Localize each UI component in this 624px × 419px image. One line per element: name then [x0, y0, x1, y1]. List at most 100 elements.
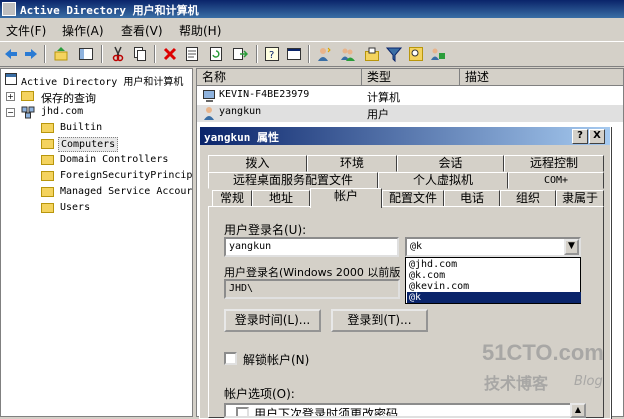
watermark-blog: Blog: [574, 374, 603, 389]
cut-icon[interactable]: [110, 46, 126, 62]
tree-item-builtin[interactable]: Builtin: [60, 122, 102, 133]
dropdown-option[interactable]: @kevin.com: [407, 281, 581, 292]
properties-icon[interactable]: [184, 46, 200, 62]
tree-root[interactable]: Active Directory 用户和计算机: [21, 73, 183, 88]
tab-telephones[interactable]: 电话: [444, 190, 500, 207]
tab-dial-in[interactable]: 拨入: [208, 155, 307, 172]
tab-sessions[interactable]: 会话: [397, 155, 504, 172]
tab-general[interactable]: 常规: [212, 190, 252, 207]
scroll-up-icon[interactable]: ▲: [570, 403, 586, 418]
tab-remote-control[interactable]: 远程控制: [504, 155, 604, 172]
folder-icon: [41, 123, 54, 133]
add-ou-icon[interactable]: [364, 46, 380, 62]
refresh-icon[interactable]: [208, 46, 224, 62]
toolbar: ?: [0, 41, 624, 67]
domain-icon: [21, 106, 35, 119]
tab-environment[interactable]: 环境: [307, 155, 397, 172]
dropdown-option-selected[interactable]: @k: [407, 292, 581, 303]
menu-file[interactable]: 文件(F): [6, 22, 46, 39]
folder-icon: [21, 91, 34, 101]
tab-remote-desktop-profile[interactable]: 远程桌面服务配置文件: [208, 172, 378, 189]
column-header-description[interactable]: 描述: [460, 69, 623, 86]
add-to-group-icon[interactable]: [430, 46, 446, 62]
logon-to-button[interactable]: 登录到(T)...: [331, 309, 428, 332]
row-type: 计算机: [367, 91, 400, 104]
logon-hours-button[interactable]: 登录时间(L)...: [224, 309, 321, 332]
tab-profile[interactable]: 配置文件: [382, 190, 444, 207]
copy-icon[interactable]: [132, 46, 148, 62]
delete-icon[interactable]: [162, 46, 178, 62]
dialog-title-bar: yangkun 属性 ? X: [200, 127, 610, 145]
add-group-icon[interactable]: [340, 46, 356, 62]
folder-icon: [41, 155, 54, 165]
console-icon[interactable]: [286, 46, 302, 62]
dialog-title: yangkun 属性: [204, 131, 279, 144]
list-row[interactable]: KEVIN-F4BE23979 计算机: [197, 88, 623, 105]
upn-suffix-selected: @k: [410, 241, 423, 252]
list-row[interactable]: yangkun 用户: [197, 105, 623, 122]
close-button[interactable]: X: [589, 129, 605, 144]
app-title-bar: Active Directory 用户和计算机: [0, 0, 624, 18]
tree-item-users[interactable]: Users: [60, 202, 90, 213]
pre-windows-2000-label: 用户登录名(Windows 2000 以前版: [224, 266, 401, 279]
help-button[interactable]: ?: [572, 129, 588, 144]
toolbar-separator: [101, 45, 103, 63]
tab-organization[interactable]: 组织: [500, 190, 556, 207]
forward-icon[interactable]: [23, 46, 39, 62]
add-user-icon[interactable]: [316, 46, 332, 62]
tree-item-domain[interactable]: jhd.com: [41, 106, 83, 117]
svg-text:?: ?: [269, 50, 274, 61]
dropdown-option[interactable]: @jhd.com: [407, 259, 581, 270]
tab-com-plus[interactable]: COM+: [508, 172, 604, 189]
watermark: 51CTO.com 技术博客 Blog: [478, 340, 618, 395]
folder-icon: [41, 139, 54, 149]
tree-item-managed-service-accounts[interactable]: Managed Service Accour: [60, 186, 192, 197]
option-checkbox[interactable]: [236, 407, 249, 416]
folder-icon: [41, 171, 54, 181]
window-title: Active Directory 用户和计算机: [20, 4, 199, 17]
show-tree-icon[interactable]: [78, 46, 94, 62]
tab-address[interactable]: 地址: [252, 190, 310, 207]
ad-users-computers-icon: [5, 73, 17, 85]
column-header-name[interactable]: 名称: [197, 69, 362, 86]
toolbar-separator: [44, 45, 46, 63]
menu-help[interactable]: 帮助(H): [179, 22, 221, 39]
column-header-type[interactable]: 类型: [362, 69, 460, 86]
filter-icon[interactable]: [386, 46, 402, 62]
back-icon[interactable]: [3, 46, 19, 62]
collapse-icon[interactable]: −: [6, 108, 15, 117]
tab-personal-virtual-machine[interactable]: 个人虚拟机: [378, 172, 508, 189]
user-icon: [204, 107, 214, 120]
computer-icon: [203, 90, 215, 102]
up-icon[interactable]: [53, 46, 69, 62]
menu-action[interactable]: 操作(A): [62, 22, 104, 39]
row-type: 用户: [367, 108, 389, 121]
app-icon: [2, 2, 16, 16]
tab-account[interactable]: 帐户: [310, 188, 382, 208]
upn-suffix-dropdown[interactable]: @k: [405, 237, 581, 257]
unlock-account-label: 解锁帐户(N): [243, 353, 310, 367]
help-icon[interactable]: ?: [264, 46, 280, 62]
menu-view[interactable]: 查看(V): [121, 22, 163, 39]
upn-suffix-list: @jhd.com @k.com @kevin.com @k: [405, 257, 581, 304]
find-icon[interactable]: [408, 46, 424, 62]
option-label: 用户下次登录时须更改密码: [254, 407, 399, 418]
tab-member-of[interactable]: 隶属于: [556, 190, 604, 207]
folder-icon: [41, 187, 54, 197]
menu-bar: 文件(F) 操作(A) 查看(V) 帮助(H): [0, 19, 624, 39]
tree-item-domain-controllers[interactable]: Domain Controllers: [60, 154, 168, 165]
logon-name-label: 用户登录名(U):: [224, 223, 307, 237]
tree-item-saved-queries[interactable]: 保存的查询: [41, 90, 96, 106]
tree-item-foreign-security-principals[interactable]: ForeignSecurityPrincip: [60, 170, 192, 181]
pre-windows-2000-domain: JHD\: [224, 279, 400, 299]
unlock-account-checkbox[interactable]: [224, 352, 237, 365]
tree-item-computers[interactable]: Computers: [58, 137, 119, 152]
logon-name-field[interactable]: yangkun: [224, 237, 399, 257]
export-icon[interactable]: [232, 46, 248, 62]
chevron-down-icon[interactable]: ▼: [564, 239, 579, 255]
dropdown-option[interactable]: @k.com: [407, 270, 581, 281]
toolbar-separator: [154, 45, 156, 63]
console-tree: Active Directory 用户和计算机 + 保存的查询 − jhd.co…: [0, 68, 193, 417]
account-options-label: 帐户选项(O):: [224, 387, 295, 401]
expand-icon[interactable]: +: [6, 92, 15, 101]
